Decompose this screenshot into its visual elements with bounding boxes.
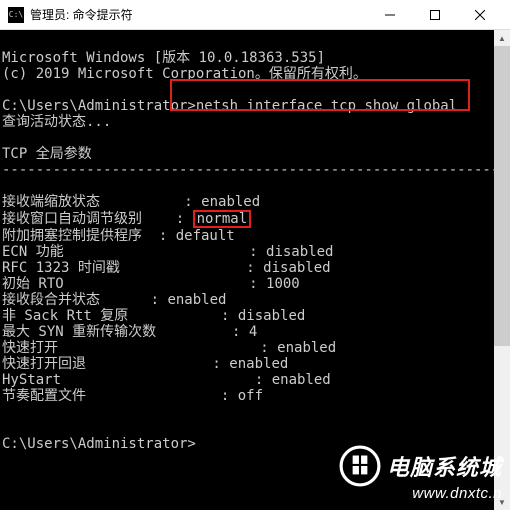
console-area[interactable]: Microsoft Windows [版本 10.0.18363.535] (c… [0,30,510,510]
minimize-button[interactable] [367,0,412,30]
titlebar[interactable]: C:\ 管理员: 命令提示符 [0,0,510,30]
console-line: 查询活动状态... [2,114,111,130]
cmd-window: C:\ 管理员: 命令提示符 Microsoft Windows [版本 10.… [0,0,510,510]
param-value: disabled [238,308,305,324]
param-label: HyStart : [2,372,272,388]
param-value: enabled [201,194,260,210]
window-controls [367,0,502,30]
watermark-title: 电脑系统城 [387,450,502,482]
prompt-path: C:\Users\Administrator> [2,98,196,114]
param-value: enabled [229,356,288,372]
prompt-path: C:\Users\Administrator> [2,436,196,452]
section-header: TCP 全局参数 [2,146,92,162]
param-label: 最大 SYN 重新传输次数 : [2,324,249,340]
close-button[interactable] [457,0,502,30]
param-value: default [176,228,235,244]
param-label: 附加拥塞控制提供程序 : [2,228,176,244]
param-value: off [238,388,263,404]
param-value: 4 [249,324,257,340]
param-value-highlighted: normal [193,210,252,228]
param-label: 接收端缩放状态 : [2,194,201,210]
param-label: 非 Sack Rtt 复原 : [2,308,238,324]
param-label: 快速打开回退 : [2,356,229,372]
param-label: 接收段合并状态 : [2,292,167,308]
command-highlight-box [170,79,470,111]
scroll-up-button[interactable]: ▲ [494,30,510,46]
param-label: ECN 功能 : [2,244,266,260]
param-value: disabled [263,260,330,276]
param-value: enabled [277,340,336,356]
param-value: enabled [167,292,226,308]
param-label: 初始 RTO : [2,276,266,292]
divider-line: ----------------------------------------… [2,162,494,178]
param-label: 快速打开 : [2,340,277,356]
console-line: Microsoft Windows [版本 10.0.18363.535] [2,50,325,66]
watermark: 电脑系统城 www.dnxtc.n [339,445,502,502]
vertical-scrollbar[interactable]: ▲ ▼ [494,30,510,510]
scrollbar-thumb[interactable] [494,46,510,346]
param-label: RFC 1323 时间戳 : [2,260,263,276]
window-title: 管理员: 命令提示符 [30,6,133,23]
watermark-url: www.dnxtc.n [339,485,502,502]
maximize-button[interactable] [412,0,457,30]
param-value: enabled [272,372,331,388]
param-value: disabled [266,244,333,260]
param-label: 节奏配置文件 : [2,388,238,404]
watermark-logo-icon [339,445,381,487]
param-value: 1000 [266,276,300,292]
param-label: 接收窗口自动调节级别 : [2,211,193,227]
cmd-icon: C:\ [8,7,24,23]
